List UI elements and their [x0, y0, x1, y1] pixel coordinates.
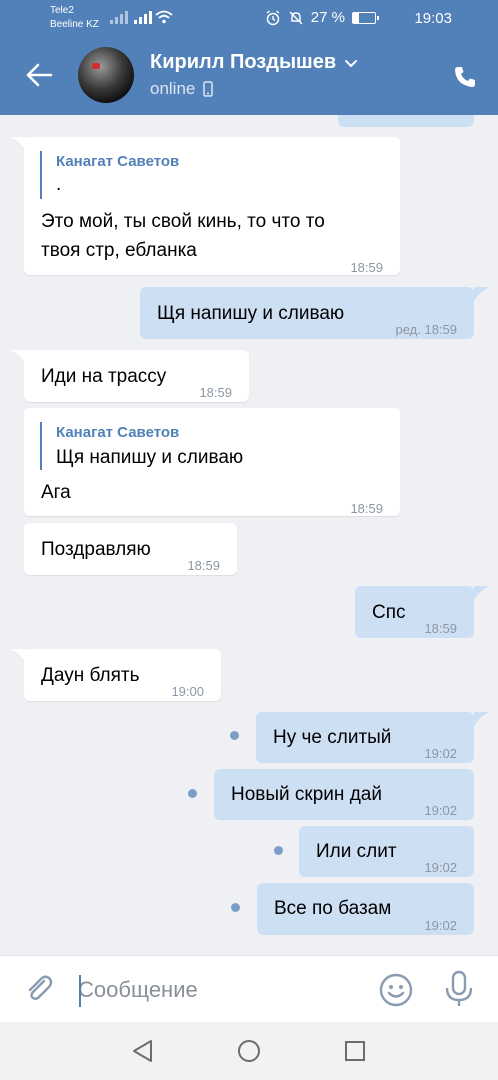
message-time: 19:02 [424, 918, 457, 933]
call-button[interactable] [448, 60, 482, 94]
message-bubble-outgoing-partial[interactable] [338, 115, 474, 127]
bubble-tail [474, 287, 490, 301]
message-text: Или слит [316, 841, 397, 862]
status-right: 27 % [265, 9, 379, 26]
message-text: Щя напишу и сливаю [157, 303, 345, 324]
message-text: Иди на трассу [41, 366, 167, 387]
message-list[interactable]: Канагат Саветов . Это мой, ты свой кинь,… [0, 115, 498, 955]
message-text: Даун блять [41, 665, 140, 686]
message-text: Спс [372, 602, 406, 623]
message-time: 19:02 [424, 746, 457, 761]
unread-indicator [230, 731, 239, 740]
message-bubble-incoming[interactable]: Даун блять 19:00 [24, 649, 221, 701]
bubble-tail [474, 586, 490, 600]
bubble-tail [10, 649, 26, 663]
message-bubble-incoming[interactable]: Канагат Саветов . Это мой, ты свой кинь,… [24, 137, 400, 275]
message-time: 19:02 [424, 860, 457, 875]
nav-recents-icon[interactable] [342, 1038, 368, 1064]
unread-indicator [188, 789, 197, 798]
system-nav-bar [0, 1022, 498, 1080]
carrier-labels: Tele2 Beeline KZ [50, 4, 99, 32]
message-bubble-incoming[interactable]: Канагат Саветов Щя напишу и сливаю Ага 1… [24, 408, 400, 516]
unread-indicator [231, 903, 240, 912]
message-text: Ну че слитый [273, 727, 392, 748]
message-text: Ага [41, 482, 71, 503]
contact-name-toggle[interactable]: Кирилл Поздышев [150, 51, 358, 74]
battery-icon [352, 11, 379, 24]
quote-author: Канагат Саветов [56, 424, 180, 441]
quote-author: Канагат Саветов [56, 153, 180, 170]
nav-home-icon[interactable] [236, 1038, 262, 1064]
message-text-line-1: Это мой, ты свой кинь, то что то [41, 211, 325, 232]
status-time: 19:03 [414, 10, 452, 27]
bubble-tail [10, 350, 26, 364]
message-text: Поздравляю [41, 539, 151, 560]
message-text: Новый скрин дай [231, 784, 382, 805]
message-bubble-incoming[interactable]: Иди на трассу 18:59 [24, 350, 249, 402]
battery-percent: 27 % [310, 9, 345, 26]
emoji-icon[interactable] [378, 972, 414, 1008]
contact-name: Кирилл Поздышев [150, 51, 337, 73]
message-text-line-2: твоя стр, ебланка [41, 240, 197, 261]
message-composer [0, 955, 498, 1022]
wifi-icon [155, 10, 173, 24]
paperclip-icon[interactable] [22, 972, 56, 1006]
mute-bell-icon [289, 11, 303, 24]
quote-text: Щя напишу и сливаю [56, 447, 244, 468]
bubble-tail [474, 712, 490, 726]
carrier-1: Tele2 [50, 5, 74, 16]
back-arrow-icon [26, 63, 53, 87]
message-time: 18:59 [350, 260, 383, 275]
status-bar: Tele2 Beeline KZ 27 % 19:03 [0, 0, 498, 36]
nav-back-icon[interactable] [130, 1038, 156, 1064]
phone-device-icon [203, 81, 214, 97]
message-time: 19:02 [424, 803, 457, 818]
message-time: ред. 18:59 [395, 322, 457, 337]
message-bubble-outgoing[interactable]: Или слит 19:02 [299, 826, 474, 877]
message-bubble-outgoing[interactable]: Все по базам 19:02 [257, 883, 474, 935]
contact-status: online [150, 79, 196, 98]
phone-call-icon [455, 67, 475, 87]
message-bubble-outgoing[interactable]: Спс 18:59 [355, 586, 474, 638]
message-time: 18:59 [350, 501, 383, 516]
contact-status-row: online [150, 79, 214, 99]
message-text: Все по базам [274, 898, 392, 919]
bubble-tail [10, 137, 26, 151]
message-bubble-incoming[interactable]: Поздравляю 18:59 [24, 523, 237, 575]
quoted-message[interactable]: Канагат Саветов . [40, 151, 179, 199]
message-bubble-outgoing[interactable]: Щя напишу и сливаю ред. 18:59 [140, 287, 474, 339]
message-input[interactable] [78, 971, 358, 1009]
carrier-2: Beeline KZ [50, 19, 99, 30]
text-caret [79, 975, 81, 1007]
signal-2-icon [134, 10, 152, 24]
message-bubble-outgoing[interactable]: Ну че слитый 19:02 [256, 712, 474, 763]
alarm-icon [266, 9, 280, 25]
message-time: 18:59 [424, 621, 457, 636]
message-time: 19:00 [171, 684, 204, 699]
message-bubble-outgoing[interactable]: Новый скрин дай 19:02 [214, 769, 474, 820]
microphone-icon[interactable] [443, 970, 475, 1008]
message-time: 18:59 [199, 385, 232, 400]
back-button[interactable] [22, 58, 56, 92]
chevron-down-icon [345, 59, 358, 67]
message-time: 18:59 [187, 558, 220, 573]
unread-indicator [274, 846, 283, 855]
app-header: Tele2 Beeline KZ 27 % 19:03 Кирилл Позды… [0, 0, 498, 115]
quote-text: . [56, 174, 62, 195]
quoted-message[interactable]: Канагат Саветов Щя напишу и сливаю [40, 422, 243, 470]
signal-1-icon [110, 10, 128, 24]
avatar[interactable] [78, 47, 134, 103]
